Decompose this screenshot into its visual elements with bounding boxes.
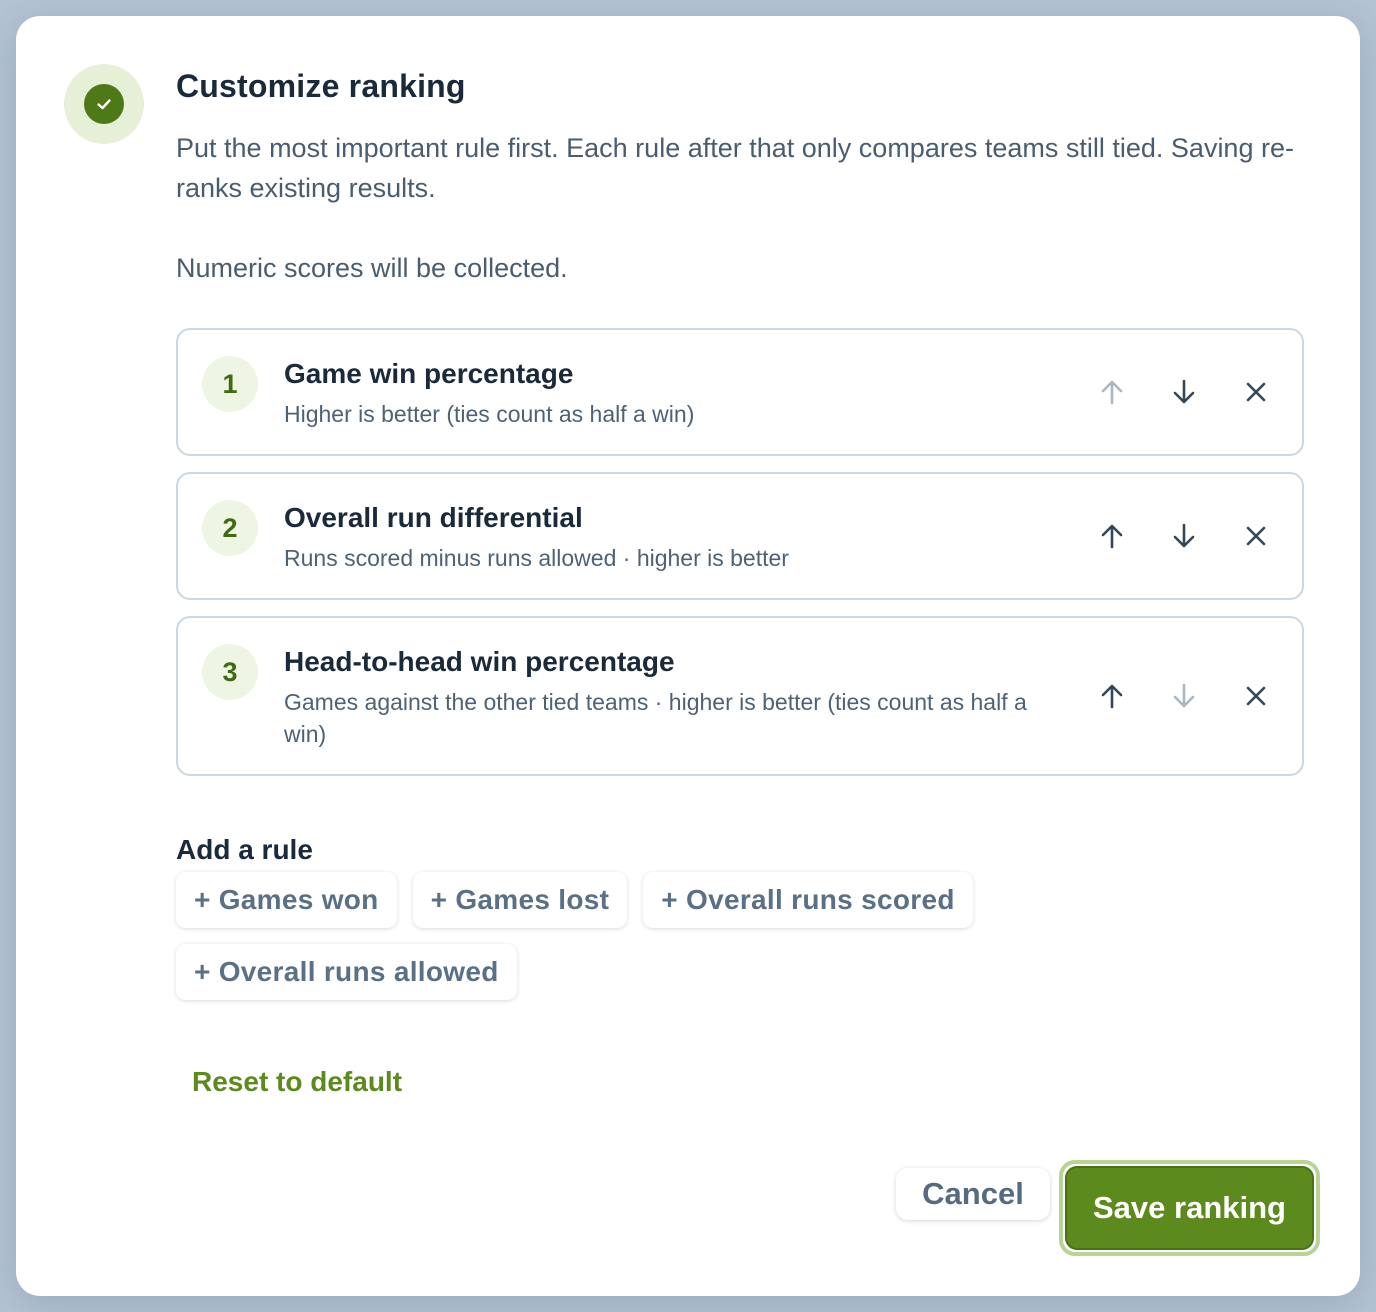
add-rule-options: + Games won + Games lost + Overall runs … xyxy=(176,872,1076,1000)
rule-name: Game win percentage xyxy=(284,358,574,389)
move-up-button[interactable] xyxy=(1088,672,1136,720)
description-note: Numeric scores will be collected. xyxy=(176,253,568,283)
customize-ranking-dialog: Customize ranking Put the most important… xyxy=(16,16,1360,1296)
dialog-description: Put the most important rule first. Each … xyxy=(176,128,1296,288)
arrow-down-icon xyxy=(1173,379,1195,404)
move-up-button[interactable] xyxy=(1088,512,1136,560)
close-icon xyxy=(1246,382,1266,402)
rule-name: Overall run differential xyxy=(284,502,583,533)
arrow-up-icon xyxy=(1101,380,1123,405)
rule-actions xyxy=(1088,512,1280,560)
rule-number: 1 xyxy=(202,356,258,412)
remove-rule-button[interactable] xyxy=(1232,368,1280,416)
rule-number: 3 xyxy=(202,644,258,700)
reset-to-default-link[interactable]: Reset to default xyxy=(192,1066,402,1098)
save-ranking-button[interactable]: Save ranking xyxy=(1065,1166,1314,1250)
move-up-button[interactable] xyxy=(1088,368,1136,416)
add-overall-runs-scored-button[interactable]: + Overall runs scored xyxy=(643,872,973,928)
close-icon xyxy=(1246,526,1266,546)
rule-number: 2 xyxy=(202,500,258,556)
remove-rule-button[interactable] xyxy=(1232,512,1280,560)
save-ranking-focus-ring: Save ranking xyxy=(1059,1160,1320,1256)
rule-detail: Runs scored minus runs allowed · higher … xyxy=(284,545,789,571)
rule-item: 2 Overall run differential Runs scored m… xyxy=(176,472,1304,600)
rule-item: 1 Game win percentage Higher is better (… xyxy=(176,328,1304,456)
dialog-title: Customize ranking xyxy=(176,68,466,104)
add-games-won-button[interactable]: + Games won xyxy=(176,872,397,928)
close-icon xyxy=(1246,686,1266,706)
add-rule-heading: Add a rule xyxy=(176,834,313,865)
rule-name: Head-to-head win percentage xyxy=(284,646,675,677)
arrow-down-icon xyxy=(1173,683,1195,708)
check-icon xyxy=(84,84,124,124)
move-down-button[interactable] xyxy=(1160,368,1208,416)
rule-list: 1 Game win percentage Higher is better (… xyxy=(176,328,1304,792)
rule-item: 3 Head-to-head win percentage Games agai… xyxy=(176,616,1304,776)
rule-actions xyxy=(1088,368,1280,416)
move-down-button[interactable] xyxy=(1160,512,1208,560)
remove-rule-button[interactable] xyxy=(1232,672,1280,720)
add-games-lost-button[interactable]: + Games lost xyxy=(412,872,628,928)
rule-detail: Games against the other tied teams · hig… xyxy=(284,689,1027,747)
add-overall-runs-allowed-button[interactable]: + Overall runs allowed xyxy=(176,944,517,1000)
arrow-up-icon xyxy=(1101,684,1123,709)
arrow-up-icon xyxy=(1101,524,1123,549)
description-text: Put the most important rule first. Each … xyxy=(176,133,1294,203)
rule-actions xyxy=(1088,672,1280,720)
status-badge xyxy=(64,64,144,144)
cancel-button[interactable]: Cancel xyxy=(896,1168,1050,1220)
arrow-down-icon xyxy=(1173,523,1195,548)
rule-detail: Higher is better (ties count as half a w… xyxy=(284,401,695,427)
move-down-button[interactable] xyxy=(1160,672,1208,720)
